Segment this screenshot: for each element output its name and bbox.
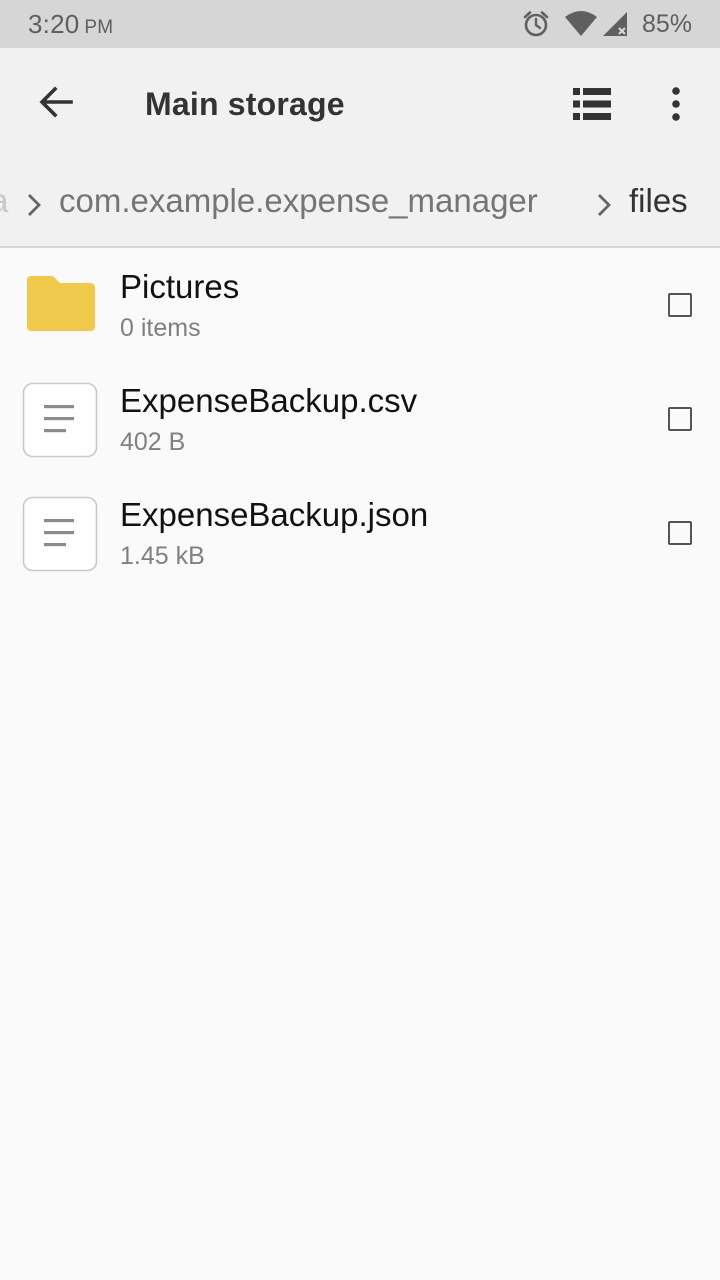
wifi-icon [564, 11, 598, 37]
breadcrumb: a com.example.expense_manager files [0, 180, 720, 230]
status-time: 3:20 PM [28, 9, 113, 40]
status-ampm: PM [84, 17, 114, 38]
file-name: ExpenseBackup.json [120, 496, 429, 533]
file-list: Pictures 0 items ExpenseBackup.csv 402 B… [0, 248, 720, 590]
select-checkbox[interactable] [668, 407, 692, 431]
select-checkbox[interactable] [668, 293, 692, 317]
status-time-value: 3:20 [28, 9, 80, 39]
battery-level: 85% [641, 9, 692, 38]
select-checkbox[interactable] [668, 521, 692, 545]
list-view-button[interactable] [560, 72, 624, 136]
list-item-pictures[interactable]: Pictures 0 items [0, 248, 720, 362]
file-name: Pictures [120, 268, 240, 305]
list-view-icon [573, 88, 611, 120]
alarm-icon [522, 10, 550, 38]
page-title: Main storage [145, 86, 345, 122]
file-name: ExpenseBackup.csv [120, 382, 418, 419]
arrow-back-icon [39, 86, 73, 118]
breadcrumb-item-package[interactable]: com.example.expense_manager [59, 182, 538, 220]
document-icon [22, 496, 98, 572]
more-vert-icon [672, 87, 680, 121]
more-options-button[interactable] [648, 72, 704, 136]
file-meta: 402 B [120, 428, 186, 456]
file-meta: 0 items [120, 314, 201, 342]
chevron-right-icon [596, 192, 612, 223]
list-item-json[interactable]: ExpenseBackup.json 1.45 kB [0, 476, 720, 590]
cell-signal-icon [602, 11, 628, 37]
chevron-right-icon [26, 192, 42, 223]
list-item-csv[interactable]: ExpenseBackup.csv 402 B [0, 362, 720, 476]
breadcrumb-item-files[interactable]: files [629, 182, 688, 220]
breadcrumb-faded-item[interactable]: a [0, 182, 8, 220]
folder-icon [27, 276, 95, 331]
app-bar: Main storage a com.example.expense_manag… [0, 48, 720, 248]
status-bar: 3:20 PM 85% [0, 0, 720, 48]
status-icons: 85% [522, 8, 692, 40]
document-icon [22, 382, 98, 458]
back-button[interactable] [24, 70, 88, 134]
file-meta: 1.45 kB [120, 542, 205, 570]
